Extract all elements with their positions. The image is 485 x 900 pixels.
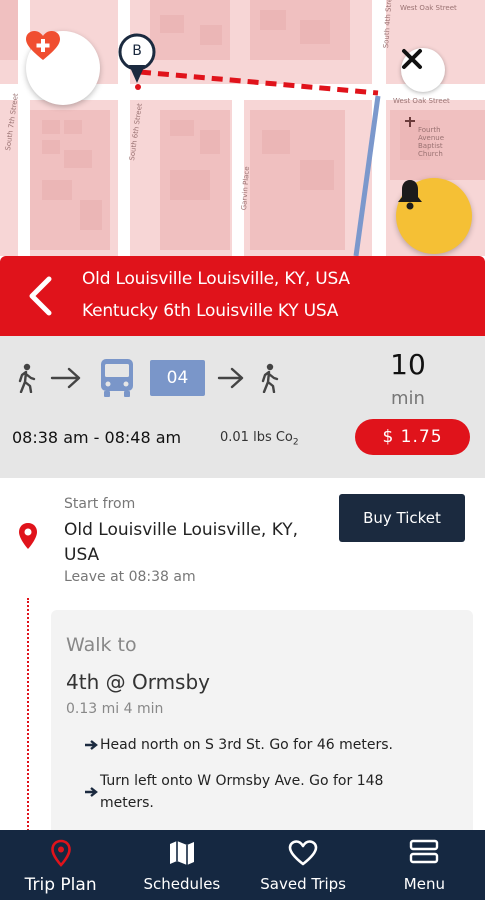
trip-summary: 04 10 min 08:38 am - 08:48 am 0.01 lbs C… xyxy=(0,336,485,478)
map-icon xyxy=(169,841,194,865)
walk-destination: 4th @ Ormsby xyxy=(66,670,211,694)
nav-saved-trips[interactable]: Saved Trips xyxy=(243,830,364,900)
route-timeline xyxy=(27,598,29,830)
route-legs: 04 xyxy=(14,358,281,398)
trip-header: Old Louisville Louisville, KY, USA Kentu… xyxy=(0,256,485,336)
arrow-right-icon xyxy=(50,367,81,389)
marker-pin-icon xyxy=(118,33,156,90)
origin-address: Old Louisville Louisville, KY, USA xyxy=(82,269,350,289)
chevron-left-icon xyxy=(29,276,52,316)
destination-marker[interactable]: B xyxy=(116,33,158,93)
start-label: Start from xyxy=(64,496,136,512)
bell-icon xyxy=(398,180,422,210)
leave-time: Leave at 08:38 am xyxy=(64,569,196,585)
nav-trip-plan[interactable]: Trip Plan xyxy=(0,830,121,900)
arrow-right-icon xyxy=(85,740,98,750)
walk-distance-time: 0.13 mi 4 min xyxy=(66,701,164,717)
time-range: 08:38 am - 08:48 am xyxy=(12,428,182,447)
close-button[interactable] xyxy=(401,48,445,92)
poi-label: Fourth Avenue Baptist Church xyxy=(418,126,445,158)
alert-button[interactable] xyxy=(396,178,472,254)
destination-address: Kentucky 6th Louisville KY USA xyxy=(82,301,339,321)
walk-icon xyxy=(261,363,279,393)
buy-ticket-button[interactable]: Buy Ticket xyxy=(339,494,465,542)
back-button[interactable] xyxy=(22,275,58,317)
direction-text: Head north on S 3rd St. Go for 46 meters… xyxy=(100,737,394,753)
co2-subscript: 2 xyxy=(292,437,299,448)
location-pin-icon xyxy=(50,839,71,867)
nav-label: Trip Plan xyxy=(24,875,97,895)
marker-label: B xyxy=(132,43,142,59)
heart-plus-icon xyxy=(26,31,60,60)
start-location: Old Louisville Louisville, KY, USA xyxy=(64,520,299,565)
co2-text: 0.01 lbs Co xyxy=(220,430,293,445)
walk-title: Walk to xyxy=(66,634,137,656)
arrow-right-icon xyxy=(85,787,98,797)
street-label: West Oak Street xyxy=(393,97,450,105)
route-map[interactable]: South 7th Street South 6th Street Garvin… xyxy=(0,0,485,256)
bottom-navigation: Trip Plan Schedules Saved Trips Menu xyxy=(0,830,485,900)
street-label: West Oak Street xyxy=(400,4,457,12)
duration-value: 10 xyxy=(390,348,426,381)
location-pin-icon xyxy=(19,523,37,549)
heart-icon xyxy=(288,840,318,866)
close-icon xyxy=(402,49,422,69)
direction-step: Turn left onto W Ormsby Ave. Go for 148 … xyxy=(85,770,425,814)
menu-icon xyxy=(410,839,439,864)
duration-unit: min xyxy=(391,388,425,409)
trip-details: Start from Old Louisville Louisville, KY… xyxy=(0,478,485,830)
fare-badge[interactable]: $ 1.75 xyxy=(355,419,470,455)
nav-label: Menu xyxy=(403,875,445,893)
direction-step: Head north on S 3rd St. Go for 46 meters… xyxy=(85,734,425,756)
co2-emission: 0.01 lbs Co2 xyxy=(220,430,299,448)
route-number-badge[interactable]: 04 xyxy=(150,360,205,396)
arrow-right-icon xyxy=(217,367,244,389)
nav-label: Saved Trips xyxy=(260,875,346,893)
walk-step-card[interactable]: Walk to 4th @ Ormsby 0.13 mi 4 min Head … xyxy=(51,610,473,830)
nav-menu[interactable]: Menu xyxy=(364,830,485,900)
favorite-button[interactable] xyxy=(26,31,100,105)
nav-label: Schedules xyxy=(143,875,221,893)
walk-icon xyxy=(18,363,36,393)
bus-icon xyxy=(101,359,133,397)
nav-schedules[interactable]: Schedules xyxy=(121,830,242,900)
direction-text: Turn left onto W Ormsby Ave. Go for 148 … xyxy=(100,773,384,811)
